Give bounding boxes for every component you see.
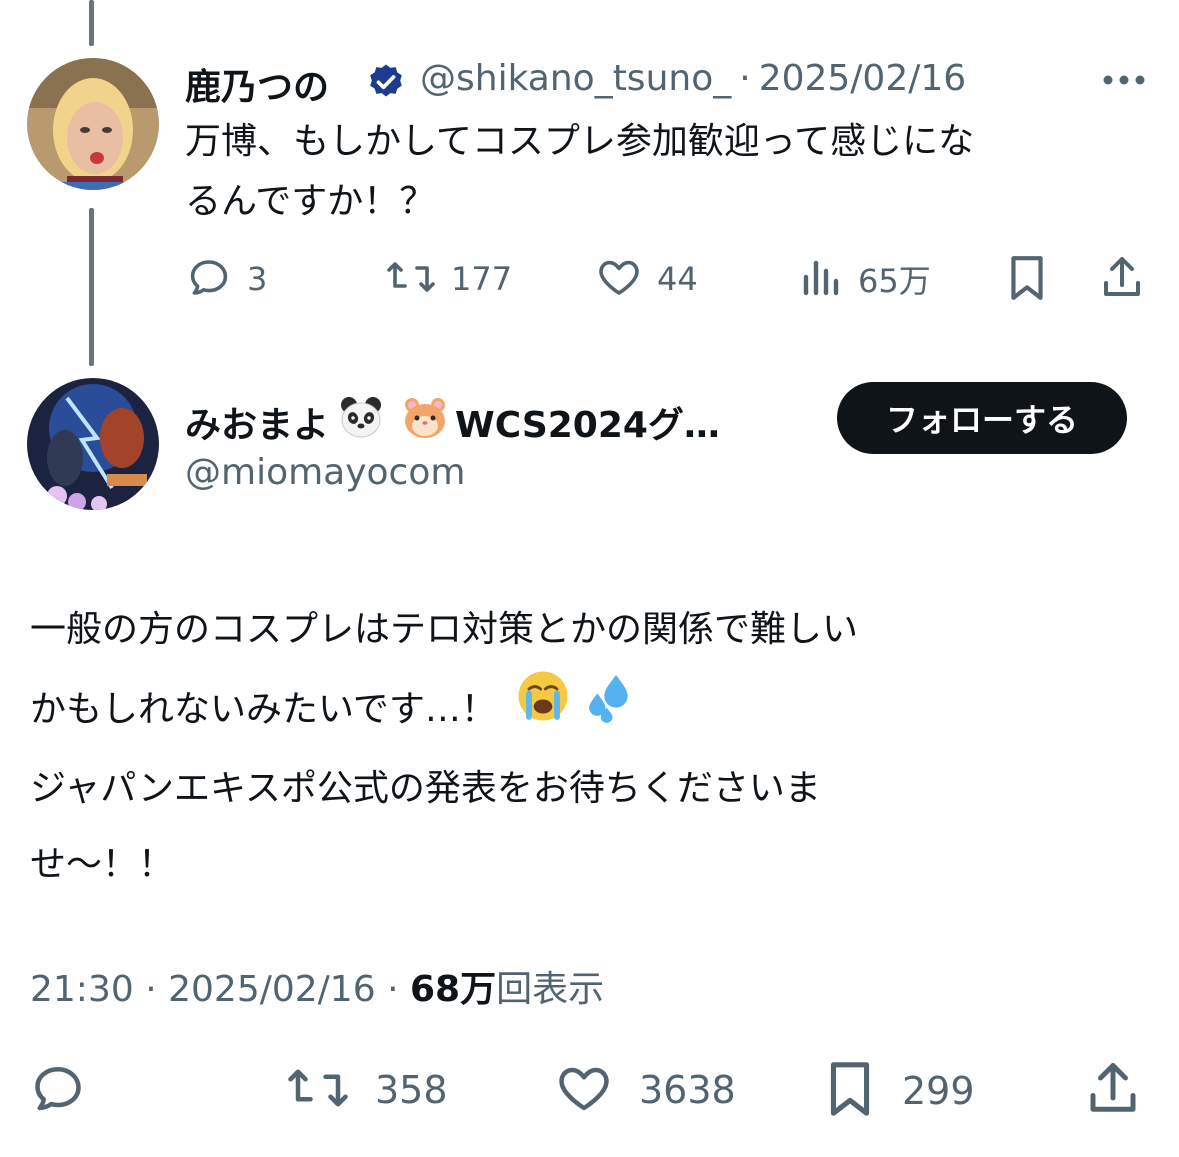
main-share-icon[interactable] (1083, 1058, 1143, 1122)
avatar-miomayo[interactable] (27, 378, 159, 510)
bookmark-icon[interactable] (1004, 253, 1050, 307)
thread-line-top (89, 0, 94, 46)
main-text-line-3: ジャパンエキスポ公式の発表をお待ちくださいま (30, 768, 821, 809)
parent-handle-text[interactable]: @shikano_tsuno_ (420, 58, 731, 99)
more-icon[interactable] (1100, 64, 1148, 103)
main-repost-icon (285, 1058, 351, 1122)
crying-emoji-icon (515, 668, 571, 751)
meta-separator-2: · (387, 969, 399, 1010)
parent-like-count: 44 (657, 260, 698, 298)
main-repost-count: 358 (375, 1068, 448, 1112)
tweet-time[interactable]: 21:30 (30, 969, 134, 1010)
parent-reply-count: 3 (247, 260, 268, 298)
tweet-view-count[interactable]: 68万 (410, 969, 496, 1010)
reply-icon (185, 253, 233, 305)
share-icon[interactable] (1098, 253, 1146, 305)
parent-repost-button[interactable]: 177 (385, 253, 512, 305)
parent-repost-count: 177 (451, 260, 513, 298)
main-bookmark-count: 299 (902, 1069, 975, 1113)
main-repost-button[interactable]: 358 (285, 1058, 448, 1122)
parent-display-name[interactable]: 鹿乃つの (185, 58, 329, 110)
main-tweet-text: 一般の方のコスプレはテロ対策とかの関係で難しい かもしれないみたいです…！ ジャ… (30, 592, 1150, 903)
main-bookmark-icon (822, 1058, 878, 1124)
main-text-line-4: せ〜！！ (30, 844, 175, 885)
main-handle[interactable]: @miomayocom (185, 452, 465, 493)
parent-tweet-text: 万博、もしかしてコスプレ参加歓迎って感じにな るんですか！？ (185, 112, 1145, 232)
parent-reply-button[interactable]: 3 (185, 253, 267, 305)
main-text-line-1: 一般の方のコスプレはテロ対策とかの関係で難しい (30, 609, 859, 650)
parent-views-count: 65万 (858, 262, 931, 300)
tweet-view-label: 回表示 (496, 969, 605, 1010)
main-display-name[interactable]: みおまよ WCS2024グ… (185, 393, 720, 450)
parent-separator: · (739, 58, 751, 99)
panda-emoji-icon (337, 393, 385, 450)
parent-handle[interactable]: @shikano_tsuno_ · 2025/02/16 (420, 58, 966, 99)
main-bookmark-button[interactable]: 299 (822, 1058, 975, 1124)
parent-text-line-2: るんですか！？ (185, 181, 436, 222)
main-text-line-2: かもしれないみたいです…！ (30, 668, 1150, 751)
parent-text-line-1: 万博、もしかしてコスプレ参加歓迎って感じにな (185, 121, 975, 162)
avatar-shikano[interactable] (27, 58, 159, 190)
views-icon (800, 253, 844, 305)
main-display-name-text[interactable]: みおまよ (185, 396, 329, 448)
verified-badge-icon (366, 62, 406, 106)
main-text-line-2-text: かもしれないみたいです…！ (30, 688, 497, 730)
main-like-button[interactable]: 3638 (553, 1058, 736, 1122)
meta-separator-1: · (145, 969, 157, 1010)
thread-line-bottom (89, 208, 94, 366)
hamster-emoji-icon (401, 393, 449, 450)
like-icon (595, 253, 643, 305)
main-like-count: 3638 (639, 1068, 736, 1112)
main-reply-button[interactable] (28, 1058, 88, 1122)
parent-date[interactable]: 2025/02/16 (759, 58, 967, 99)
sweat-drops-emoji-icon (581, 668, 637, 751)
main-like-icon (553, 1058, 615, 1122)
parent-like-button[interactable]: 44 (595, 253, 698, 305)
tweet-date[interactable]: 2025/02/16 (168, 969, 376, 1010)
tweet-meta: 21:30 · 2025/02/16 · 68万回表示 (30, 960, 604, 1012)
parent-views-button[interactable]: 65万 (800, 253, 931, 305)
repost-icon (385, 253, 437, 305)
follow-button[interactable]: フォローする (837, 382, 1127, 454)
main-display-name-suffix[interactable]: WCS2024グ… (455, 396, 720, 448)
